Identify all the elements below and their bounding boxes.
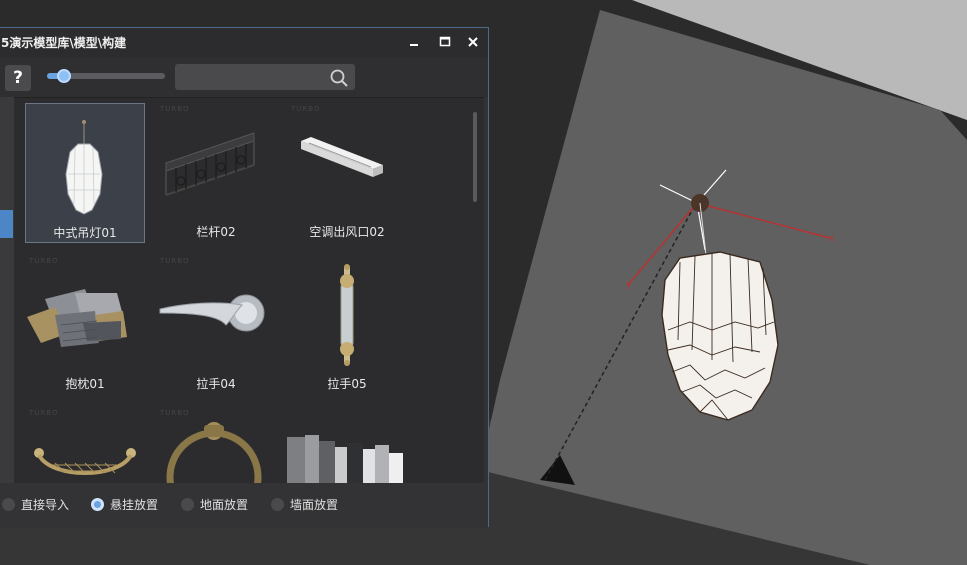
maximize-button[interactable] (434, 32, 456, 52)
minimize-icon (410, 44, 418, 46)
radio-label: 墙面放置 (290, 498, 339, 512)
model-tile[interactable]: TURBO 拉手04 (156, 255, 276, 395)
radio-indicator[interactable] (2, 498, 15, 511)
model-tile-label: 抱枕01 (65, 377, 105, 391)
railing-thumbnail (165, 132, 255, 196)
pillows-thumbnail (27, 289, 127, 347)
radio-label: 悬挂放置 (110, 498, 159, 512)
svg-text:y: y (626, 280, 632, 290)
bar-handle-thumbnail (340, 264, 354, 366)
category-sidebar[interactable] (0, 97, 15, 483)
radio-label: 地面放置 (200, 498, 249, 512)
svg-text:x: x (829, 234, 835, 244)
drawer-pull-thumbnail (34, 448, 136, 475)
model-tile-label: 空调出风口02 (309, 225, 385, 239)
books-thumbnail (287, 435, 403, 484)
ring-pull-thumbnail (166, 422, 262, 484)
model-tile[interactable]: TURBO (156, 407, 276, 484)
chandelier-thumbnail (65, 120, 103, 215)
radio-direct-import[interactable]: 直接导入 (2, 496, 69, 513)
model-tile[interactable]: TURBO 栏杆02 (156, 103, 276, 243)
radio-indicator[interactable] (181, 498, 194, 511)
model-tile-label: 栏杆02 (196, 225, 236, 239)
model-tile[interactable]: 拉手05 (287, 255, 407, 395)
radio-floor-placement[interactable]: 地面放置 (181, 496, 248, 513)
close-button[interactable] (462, 32, 484, 52)
radio-wall-placement[interactable]: 墙面放置 (271, 496, 338, 513)
maximize-icon (439, 36, 451, 47)
thumbnail-size-slider[interactable] (47, 69, 165, 83)
help-button[interactable]: ? (5, 65, 31, 91)
minimize-button[interactable] (403, 32, 425, 52)
close-icon (468, 37, 478, 47)
radio-indicator[interactable] (271, 498, 284, 511)
model-grid[interactable]: 中式吊灯01 TURBO 栏杆02 TURBO 空调出风口02 TURBO 抱枕… (14, 97, 484, 484)
model-tile[interactable]: TURBO 抱枕01 (25, 255, 145, 395)
model-tile[interactable]: 中式吊灯01 (25, 103, 145, 243)
radio-label: 直接导入 (21, 498, 70, 512)
slider-thumb[interactable] (56, 69, 71, 83)
lever-handle-thumbnail (159, 294, 265, 332)
model-tile[interactable] (287, 407, 407, 484)
search-icon[interactable] (329, 68, 349, 88)
model-tile-label: 中式吊灯01 (53, 226, 117, 240)
title-bar[interactable]: 5演示模型库\模型\构建 (0, 28, 488, 57)
ac-vent-thumbnail (301, 137, 383, 177)
model-tile-label: 拉手05 (327, 377, 367, 391)
model-library-window[interactable]: 5演示模型库\模型\构建 ? 中式吊灯01 TURBO 栏杆02 TURBO 空… (0, 27, 489, 528)
model-tile-label: 拉手04 (196, 377, 236, 391)
model-tile[interactable]: TURBO (25, 407, 145, 484)
model-tile[interactable]: TURBO 空调出风口02 (287, 103, 407, 243)
radio-indicator[interactable] (91, 498, 104, 511)
category-selected-marker (0, 210, 13, 238)
search-input[interactable] (175, 64, 355, 90)
radio-hang-placement[interactable]: 悬挂放置 (91, 496, 158, 513)
grid-scrollbar[interactable] (473, 112, 477, 202)
window-title: 5演示模型库\模型\构建 (1, 36, 127, 50)
